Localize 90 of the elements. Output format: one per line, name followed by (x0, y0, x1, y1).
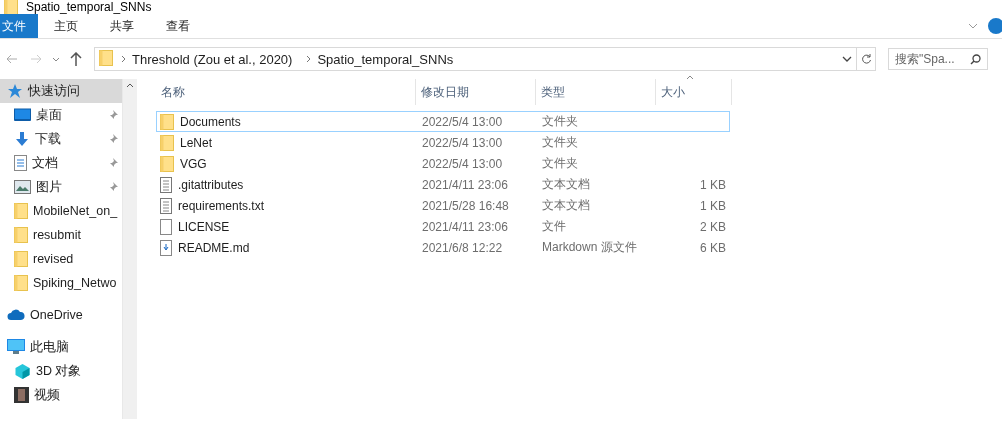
search-field[interactable]: 搜索"Spa... (888, 48, 988, 70)
type-cell: 文本文档 (542, 177, 590, 191)
address-bar[interactable]: Threshold (Zou et al., 2020) Spatio_temporal_SNNs (94, 47, 876, 71)
film-icon (14, 387, 29, 403)
folder-icon (160, 113, 174, 130)
refresh-icon[interactable] (860, 53, 872, 65)
date-cell: 2022/5/4 13:00 (422, 135, 503, 150)
sidebar-item[interactable]: MobileNet_on_ (0, 199, 122, 223)
type-cell: 文件夹 (542, 135, 578, 149)
folder-icon (14, 251, 28, 267)
search-icon (970, 53, 981, 65)
sidebar-item[interactable]: 文档 (0, 151, 122, 175)
ribbon-tab[interactable]: 查看 (150, 14, 206, 38)
sidebar-item[interactable]: revised (0, 247, 122, 271)
file-row[interactable]: Documents 2022/5/4 13:00 文件夹 (156, 111, 730, 132)
folder-icon (14, 275, 28, 291)
sidebar-item[interactable]: 视频 (0, 383, 122, 407)
type-cell: 文件夹 (542, 156, 578, 170)
download-file-icon (160, 239, 172, 256)
file-name: README.md (178, 240, 250, 255)
down-arrow-icon (14, 131, 30, 147)
file-row[interactable]: LeNet 2022/5/4 13:00 文件夹 (156, 132, 734, 153)
chevron-down-icon[interactable] (842, 56, 852, 62)
document-icon (14, 155, 27, 171)
window-title: Spatio_temporal_SNNs (26, 0, 152, 14)
file-row[interactable]: VGG 2022/5/4 13:00 文件夹 (156, 153, 734, 174)
sidebar-item[interactable]: 此电脑 (0, 335, 122, 359)
chevron-up-icon[interactable] (126, 83, 134, 88)
folder-icon (14, 227, 28, 243)
file-name: LICENSE (178, 219, 230, 234)
type-cell: Markdown 源文件 (542, 240, 637, 254)
size-cell: 2 KB (700, 219, 726, 234)
date-cell: 2022/5/4 13:00 (422, 156, 503, 171)
star-icon (7, 83, 23, 99)
text-file-icon (160, 197, 172, 214)
column-header[interactable]: 修改日期 (416, 79, 536, 105)
type-cell: 文本文档 (542, 198, 590, 212)
image-icon (14, 180, 31, 194)
breadcrumb[interactable]: Spatio_temporal_SNNs (311, 51, 460, 67)
sidebar-item[interactable]: 3D 对象 (0, 359, 122, 383)
chevron-right-icon (306, 55, 312, 63)
date-cell: 2021/4/11 23:06 (422, 219, 508, 234)
file-row[interactable]: LICENSE 2021/4/11 23:06 文件 2 KB (156, 216, 734, 237)
file-row[interactable]: requirements.txt 2021/5/28 16:48 文本文档 1 KB (156, 195, 734, 216)
type-cell: 文件 (542, 219, 566, 233)
back-icon[interactable] (6, 54, 18, 64)
text-file-icon (160, 176, 172, 193)
size-cell: 1 KB (700, 198, 726, 213)
file-name: requirements.txt (178, 198, 265, 213)
folder-icon (160, 155, 174, 172)
sidebar-item[interactable]: 图片 (0, 175, 122, 199)
scrollbar[interactable] (122, 79, 137, 419)
date-cell: 2021/5/28 16:48 (422, 198, 509, 213)
ribbon-tab[interactable]: 主页 (38, 14, 94, 38)
ribbon-tab[interactable]: 文件 (0, 14, 38, 38)
size-cell: 6 KB (700, 240, 726, 255)
sidebar-item[interactable]: resubmit (0, 223, 122, 247)
breadcrumb[interactable]: Threshold (Zou et al., 2020) (126, 51, 299, 67)
ribbon-tab[interactable]: 共享 (94, 14, 150, 38)
folder-icon (99, 49, 113, 66)
date-cell: 2021/4/11 23:06 (422, 177, 508, 192)
file-row[interactable]: .gitattributes 2021/4/11 23:06 文本文档 1 KB (156, 174, 734, 195)
column-header[interactable]: 类型 (536, 79, 656, 105)
cloud-icon (7, 309, 25, 321)
chevron-right-icon (121, 55, 126, 63)
folder-icon (4, 0, 18, 15)
folder-icon (14, 203, 28, 219)
sidebar-item[interactable]: 快速访问 (0, 79, 122, 103)
file-name: .gitattributes (178, 177, 244, 192)
desktop-icon (14, 108, 31, 122)
sort-up-icon (686, 75, 694, 80)
sidebar-item[interactable]: 桌面 (0, 103, 122, 127)
cube-icon (14, 362, 31, 380)
column-header[interactable]: 大小 (656, 79, 732, 105)
type-cell: 文件夹 (542, 114, 578, 128)
date-cell: 2021/6/8 12:22 (422, 240, 503, 255)
file-name: LeNet (180, 135, 213, 150)
folder-icon (160, 134, 174, 151)
file-name: VGG (180, 156, 207, 171)
sidebar-item[interactable]: OneDrive (0, 303, 122, 327)
file-row[interactable]: README.md 2021/6/8 12:22 Markdown 源文件 6 KB (156, 237, 734, 258)
file-icon (160, 218, 172, 235)
computer-icon (7, 339, 25, 355)
up-arrow-icon[interactable] (70, 52, 82, 66)
column-header[interactable]: 名称 (156, 79, 416, 105)
file-name: Documents (180, 114, 241, 129)
sidebar-item[interactable]: Spiking_Netwo (0, 271, 122, 295)
date-cell: 2022/5/4 13:00 (422, 114, 503, 129)
sidebar-item[interactable]: 下载 (0, 127, 122, 151)
size-cell: 1 KB (700, 177, 726, 192)
